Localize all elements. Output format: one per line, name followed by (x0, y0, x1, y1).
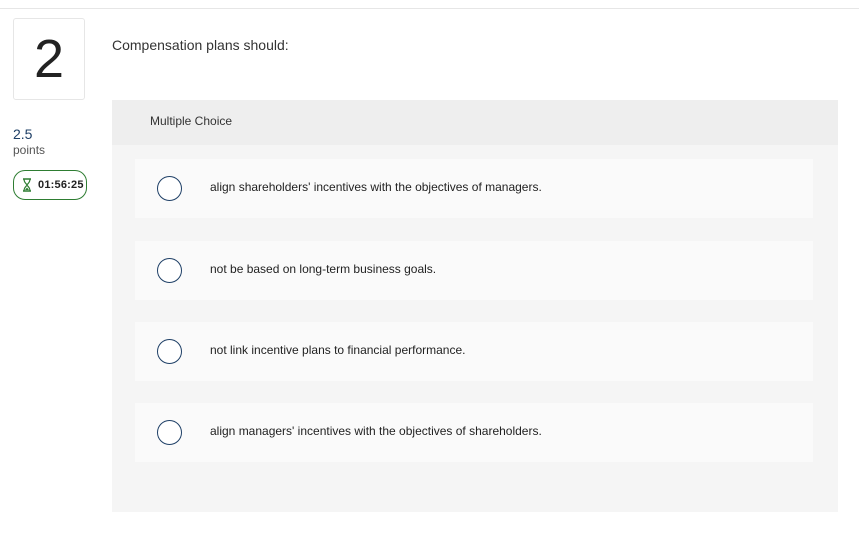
points-value: 2.5 (13, 126, 33, 142)
points-label: points (13, 143, 46, 157)
question-prompt: Compensation plans should: (112, 37, 289, 53)
question-number: 2 (13, 18, 85, 100)
radio-button[interactable] (157, 176, 182, 201)
choice-option-3[interactable]: not link incentive plans to financial pe… (135, 322, 813, 381)
radio-button[interactable] (157, 420, 182, 445)
choice-option-2[interactable]: not be based on long-term business goals… (135, 241, 813, 300)
radio-button[interactable] (157, 339, 182, 364)
panel-header: Multiple Choice (112, 100, 838, 145)
question-type-label: Multiple Choice (150, 114, 233, 128)
hourglass-icon (22, 178, 32, 192)
question-page: 2 2.5 points 01:56:25 Compensation plans… (0, 0, 859, 545)
timer-badge: 01:56:25 (13, 170, 87, 200)
answer-panel: Multiple Choice align shareholders' ince… (112, 100, 838, 512)
top-divider (0, 8, 859, 9)
choice-option-1[interactable]: align shareholders' incentives with the … (135, 159, 813, 218)
choice-label: not link incentive plans to financial pe… (210, 343, 466, 357)
timer-text: 01:56:25 (38, 179, 84, 191)
choice-label: align shareholders' incentives with the … (210, 180, 542, 194)
choice-label: align managers' incentives with the obje… (210, 424, 542, 438)
radio-button[interactable] (157, 258, 182, 283)
choice-option-4[interactable]: align managers' incentives with the obje… (135, 403, 813, 462)
choice-label: not be based on long-term business goals… (210, 262, 437, 276)
